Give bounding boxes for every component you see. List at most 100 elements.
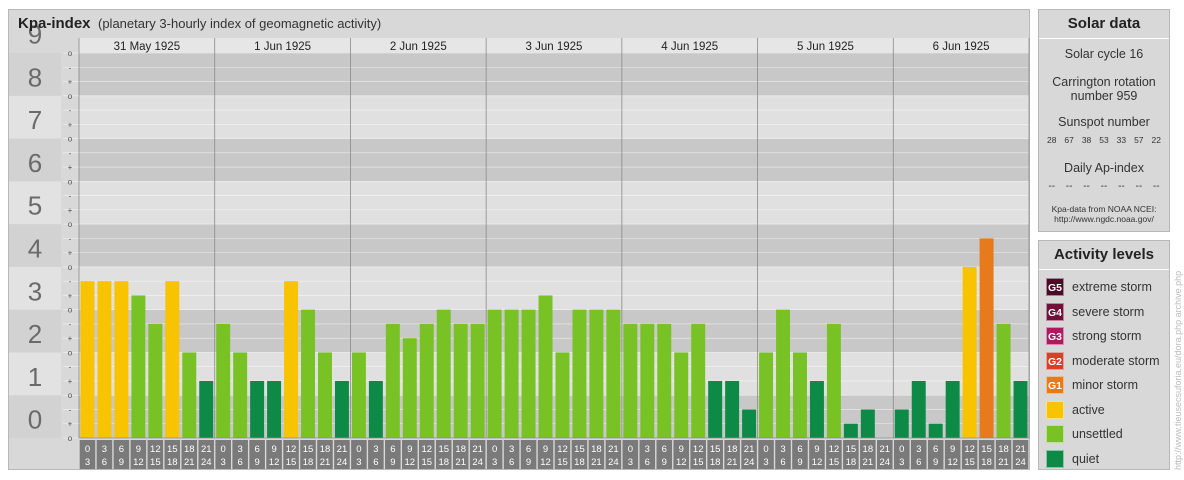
time-slot-start: 15 <box>981 444 992 455</box>
kpa-chart-panel: 0 1 2 3 4 5 6 7 8 9 o + - o + - o + - o + - o + - o + - o + - o + - o + - o 31… <box>8 9 1030 470</box>
level-label: strong storm <box>1072 329 1142 344</box>
time-slot-start: 0 <box>492 444 497 455</box>
day-label: 4 Jun 1925 <box>661 41 718 53</box>
time-slot-end: 21 <box>320 457 331 468</box>
time-slot-start: 0 <box>899 444 904 455</box>
level-label: severe storm <box>1072 304 1145 319</box>
y-minor-label: o <box>68 263 73 272</box>
time-slot-start: 9 <box>407 444 412 455</box>
time-slot-start: 6 <box>254 444 259 455</box>
kp-bar <box>962 266 977 438</box>
time-slot-end: 3 <box>85 457 90 468</box>
kp-bar <box>776 309 790 438</box>
ap-value: -- <box>1135 181 1143 192</box>
time-slot-end: 21 <box>184 457 195 468</box>
time-slot-end: 3 <box>763 457 768 468</box>
kp-bar <box>860 409 875 438</box>
kp-bar <box>674 352 689 438</box>
time-slot-start: 0 <box>85 444 90 455</box>
time-slot-start: 15 <box>167 444 178 455</box>
y-minor-label: - <box>69 149 72 158</box>
time-slot-end: 12 <box>133 457 144 468</box>
level-legend-item: active <box>1039 398 1169 423</box>
time-slot-end: 6 <box>509 457 514 468</box>
kp-bar <box>250 380 265 438</box>
kp-bar <box>911 380 926 438</box>
kp-bar <box>402 338 417 438</box>
y-minor-label: - <box>69 234 72 243</box>
kp-bar <box>979 238 994 438</box>
y-minor-label: - <box>69 277 72 286</box>
y-tick-label: 2 <box>28 319 42 349</box>
time-slot-end: 9 <box>119 457 124 468</box>
time-slot-start: 6 <box>933 444 938 455</box>
y-minor-label: + <box>68 163 73 172</box>
level-legend-item: unsettled <box>1039 422 1169 447</box>
y-minor-label: + <box>68 249 73 258</box>
time-slot-end: 15 <box>286 457 297 468</box>
solar-panel-title: Solar data <box>1039 10 1169 39</box>
kp-bar <box>996 323 1011 438</box>
y-tick-label: 6 <box>28 148 42 178</box>
y-tick-label: 5 <box>28 191 42 221</box>
level-legend-item: G3 strong storm <box>1039 324 1169 349</box>
time-slot-start: 3 <box>509 444 514 455</box>
time-slot-start: 6 <box>119 444 124 455</box>
ap-index-label: Daily Ap-index <box>1064 161 1144 175</box>
sunspot-values: 28 67 38 53 33 57 22 <box>1039 135 1169 145</box>
kp-bar <box>131 295 146 438</box>
time-slot-end: 6 <box>373 457 378 468</box>
solar-data-panel: Solar data Solar cycle 16 Carrington rot… <box>1038 9 1170 232</box>
time-slot-start: 21 <box>201 444 212 455</box>
carrington-rotation-label: Carrington rotation <box>1052 75 1156 89</box>
y-minor-label: o <box>68 135 73 144</box>
sunspot-value: 67 <box>1064 135 1074 145</box>
kp-bar <box>301 309 315 438</box>
kp-bar <box>470 323 485 438</box>
plot-band <box>79 138 1029 182</box>
time-slot-end: 3 <box>356 457 361 468</box>
y-minor-label: + <box>68 334 73 343</box>
time-slot-start: 6 <box>797 444 802 455</box>
kp-bar <box>894 409 909 438</box>
time-slot-start: 3 <box>373 444 378 455</box>
y-minor-label: - <box>69 363 72 372</box>
y-tick-label: 7 <box>28 105 42 135</box>
time-slot-end: 15 <box>150 457 161 468</box>
time-slot-start: 18 <box>320 444 331 455</box>
time-slot-start: 3 <box>102 444 107 455</box>
y-minor-label: + <box>68 420 73 429</box>
time-slot-start: 15 <box>438 444 449 455</box>
time-slot-start: 15 <box>303 444 314 455</box>
time-slot-end: 9 <box>526 457 531 468</box>
time-slot-end: 3 <box>221 457 226 468</box>
time-slot-start: 6 <box>662 444 667 455</box>
time-slot-end: 15 <box>421 457 432 468</box>
y-minor-label: - <box>69 106 72 115</box>
kp-bar <box>453 323 468 438</box>
time-slot-start: 6 <box>390 444 395 455</box>
level-swatch: G1 <box>1046 376 1064 395</box>
time-slot-end: 12 <box>269 457 280 468</box>
kp-bar <box>809 380 824 438</box>
y-minor-label: + <box>68 206 73 215</box>
level-label: extreme storm <box>1072 280 1152 295</box>
data-source-note: Kpa-data from NOAA NCEI: http://www.ngdc… <box>1039 204 1169 224</box>
time-slot-start: 3 <box>645 444 650 455</box>
kp-bar <box>708 380 723 438</box>
level-legend-item: G5 extreme storm <box>1039 275 1169 300</box>
time-slot-start: 3 <box>238 444 243 455</box>
time-slot-end: 18 <box>846 457 857 468</box>
sunspot-value: 38 <box>1081 135 1092 145</box>
time-slot-end: 12 <box>676 457 687 468</box>
kp-bar <box>318 352 332 438</box>
y-minor-label: - <box>69 405 72 414</box>
solar-cycle: Solar cycle 16 <box>1064 47 1144 61</box>
time-slot-end: 18 <box>981 457 992 468</box>
kp-bar <box>487 309 502 438</box>
y-tick-label: 4 <box>28 234 42 264</box>
time-slot-start: 18 <box>727 444 738 455</box>
y-minor-label: - <box>69 63 72 72</box>
time-slot-start: 18 <box>998 444 1009 455</box>
carrington-rotation-number: number 959 <box>1070 89 1138 103</box>
